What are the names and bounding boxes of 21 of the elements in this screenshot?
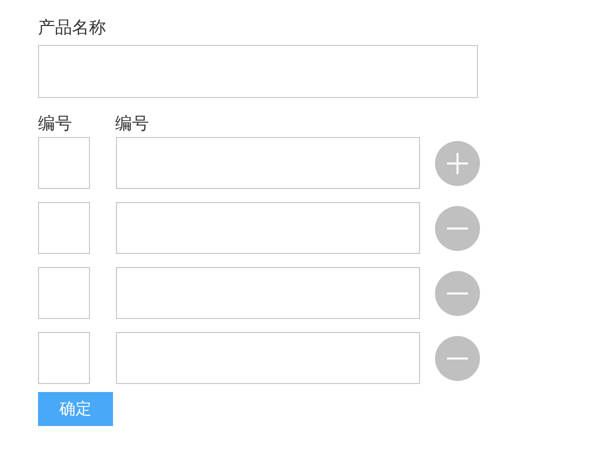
minus-button[interactable] xyxy=(435,270,480,316)
number-field[interactable] xyxy=(38,202,90,254)
minus-icon xyxy=(447,292,468,294)
column-header: 编号 xyxy=(38,113,73,135)
confirm-button[interactable]: 确定 xyxy=(38,392,113,426)
number-field[interactable] xyxy=(38,332,90,384)
number-field[interactable] xyxy=(38,267,90,319)
minus-icon xyxy=(447,227,468,229)
minus-button[interactable] xyxy=(435,206,480,250)
text-field[interactable] xyxy=(116,137,420,189)
minus-button[interactable] xyxy=(435,336,480,380)
plus-icon xyxy=(446,152,469,174)
text-field[interactable] xyxy=(116,332,420,384)
product-name-field[interactable] xyxy=(38,45,478,98)
plus-button[interactable] xyxy=(435,140,480,186)
number-field[interactable] xyxy=(38,137,90,189)
column-header: 编号 xyxy=(115,113,149,135)
minus-icon xyxy=(447,357,468,359)
field-label: 产品名称 xyxy=(38,17,107,39)
text-field[interactable] xyxy=(116,267,420,319)
text-field[interactable] xyxy=(116,202,420,254)
